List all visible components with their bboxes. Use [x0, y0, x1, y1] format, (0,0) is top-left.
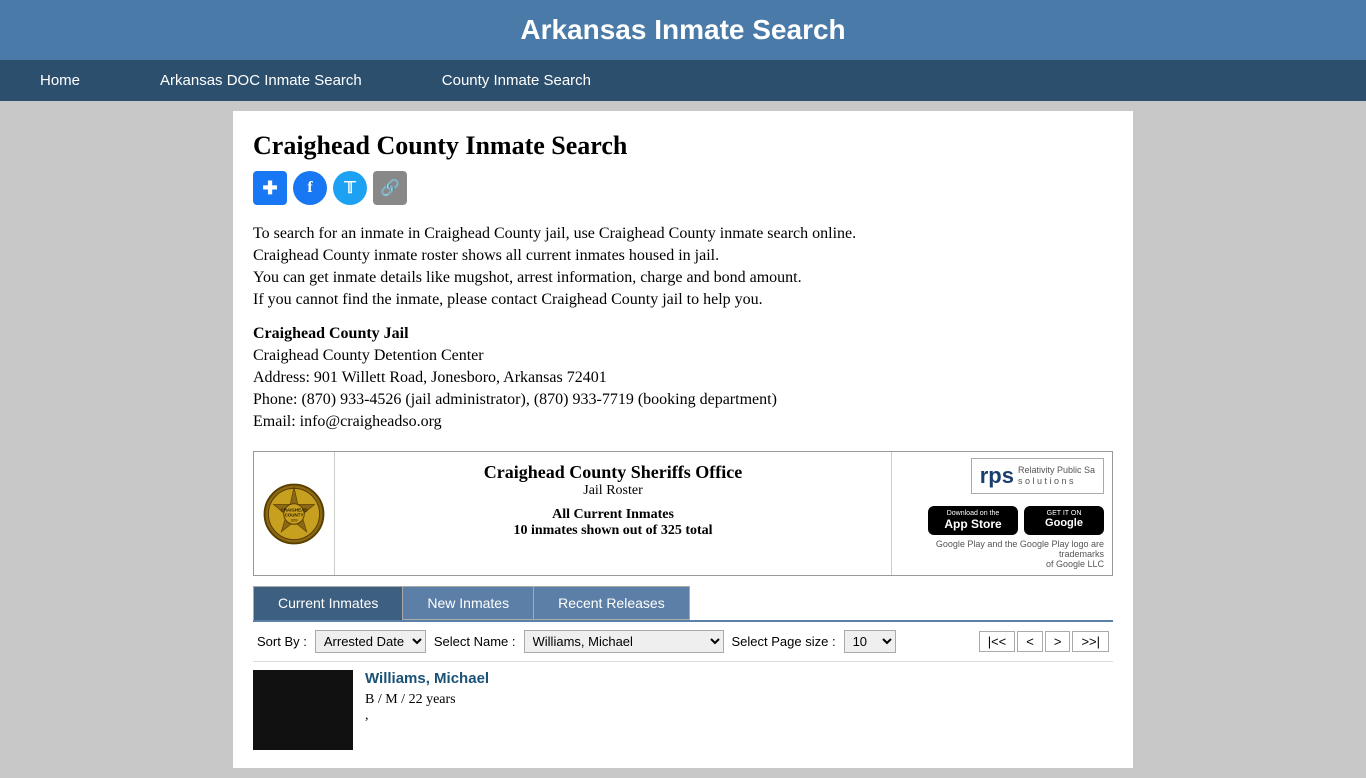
- desc-line-4: If you cannot find the inmate, please co…: [253, 291, 1113, 309]
- page-title: Craighead County Inmate Search: [253, 131, 1113, 161]
- inmate-photo: [253, 670, 353, 750]
- desc-line-2: Craighead County inmate roster shows all…: [253, 247, 1113, 265]
- share-icon[interactable]: ✚: [253, 171, 287, 205]
- google-play-sub: GET IT ON: [1032, 510, 1096, 517]
- page-size-select[interactable]: 10 25 50 100: [844, 630, 896, 653]
- pagination-next[interactable]: >: [1045, 631, 1071, 652]
- pagination-last[interactable]: >>|: [1072, 631, 1109, 652]
- content-area: Craighead County Inmate Search ✚ f 𝕋 🔗 T…: [233, 111, 1133, 768]
- jail-center-info: Craighead County Sheriffs Office Jail Ro…: [334, 452, 892, 575]
- select-name-label: Select Name :: [434, 634, 516, 649]
- inmate-row: Williams, Michael B / M / 22 years ,: [253, 661, 1113, 758]
- inmate-details: B / M / 22 years ,: [365, 692, 1113, 724]
- twitter-icon[interactable]: 𝕋: [333, 171, 367, 205]
- social-share-bar: ✚ f 𝕋 🔗: [253, 171, 1113, 205]
- jail-right-panel: rps Relativity Public Sa s o l u t i o n…: [892, 452, 1112, 575]
- pagination-controls: |<< < > >>|: [979, 631, 1109, 652]
- jail-roster-box: CRAIGHEAD COUNTY 1859 Craighead County S…: [253, 451, 1113, 576]
- desc-line-3: You can get inmate details like mugshot,…: [253, 269, 1113, 287]
- main-nav: Home Arkansas DOC Inmate Search County I…: [0, 60, 1366, 101]
- svg-text:COUNTY: COUNTY: [285, 512, 304, 517]
- google-play-button[interactable]: GET IT ON Google: [1024, 506, 1104, 535]
- sheriff-badge-icon: CRAIGHEAD COUNTY 1859: [262, 482, 326, 546]
- main-wrapper: Craighead County Inmate Search ✚ f 𝕋 🔗 T…: [0, 101, 1366, 778]
- jail-detail-3: Email: info@craigheadso.org: [253, 413, 1113, 431]
- jail-detail-1: Address: 901 Willett Road, Jonesboro, Ar…: [253, 369, 1113, 387]
- jail-detail-2: Phone: (870) 933-4526 (jail administrato…: [253, 391, 1113, 409]
- app-store-main: App Store: [936, 517, 1010, 531]
- app-store-button[interactable]: Download on the App Store: [928, 506, 1018, 535]
- app-store-sub: Download on the: [936, 510, 1010, 517]
- google-trademark-text: Google Play and the Google Play logo are…: [900, 539, 1104, 569]
- rps-small-text: Relativity Public Sa s o l u t i o n s: [1018, 465, 1095, 487]
- jail-logo: CRAIGHEAD COUNTY 1859: [254, 452, 334, 575]
- svg-text:1859: 1859: [290, 518, 297, 522]
- inmate-name-link[interactable]: Williams, Michael: [365, 670, 489, 687]
- nav-home[interactable]: Home: [0, 60, 120, 101]
- tab-recent-releases[interactable]: Recent Releases: [534, 586, 690, 620]
- select-name-dropdown[interactable]: Williams, Michael: [524, 630, 724, 653]
- sort-by-select[interactable]: Arrested Date Name Bond Amount: [315, 630, 426, 653]
- sort-by-label: Sort By :: [257, 634, 307, 649]
- app-buttons: Download on the App Store GET IT ON Goog…: [928, 506, 1104, 535]
- desc-line-1: To search for an inmate in Craighead Cou…: [253, 225, 1113, 243]
- tab-current-inmates[interactable]: Current Inmates: [253, 586, 403, 620]
- pagination-prev[interactable]: <: [1017, 631, 1043, 652]
- nav-doc-search[interactable]: Arkansas DOC Inmate Search: [120, 60, 402, 101]
- inmate-tabs: Current Inmates New Inmates Recent Relea…: [253, 586, 1113, 620]
- copy-link-icon[interactable]: 🔗: [373, 171, 407, 205]
- google-play-main: Google: [1032, 517, 1096, 530]
- description-block: To search for an inmate in Craighead Cou…: [253, 225, 1113, 431]
- nav-county-search[interactable]: County Inmate Search: [402, 60, 631, 101]
- search-controls: Sort By : Arrested Date Name Bond Amount…: [253, 620, 1113, 661]
- jail-detail-0: Craighead County Detention Center: [253, 347, 1113, 365]
- jail-heading: Craighead County Jail: [253, 325, 1113, 343]
- roster-title: Craighead County Sheriffs Office: [335, 462, 891, 483]
- page-size-label: Select Page size :: [732, 634, 836, 649]
- site-header: Arkansas Inmate Search: [0, 0, 1366, 60]
- inmate-info: Williams, Michael B / M / 22 years ,: [365, 670, 1113, 750]
- svg-text:CRAIGHEAD: CRAIGHEAD: [280, 507, 308, 512]
- inmate-count-sub: 10 inmates shown out of 325 total: [335, 523, 891, 539]
- facebook-icon[interactable]: f: [293, 171, 327, 205]
- pagination-first[interactable]: |<<: [979, 631, 1016, 652]
- roster-subtitle: Jail Roster: [335, 483, 891, 499]
- rps-big-text: rps: [980, 463, 1014, 489]
- site-title: Arkansas Inmate Search: [0, 14, 1366, 46]
- tab-new-inmates[interactable]: New Inmates: [403, 586, 534, 620]
- rps-logo: rps Relativity Public Sa s o l u t i o n…: [971, 458, 1104, 494]
- inmate-count-label: All Current Inmates: [335, 507, 891, 523]
